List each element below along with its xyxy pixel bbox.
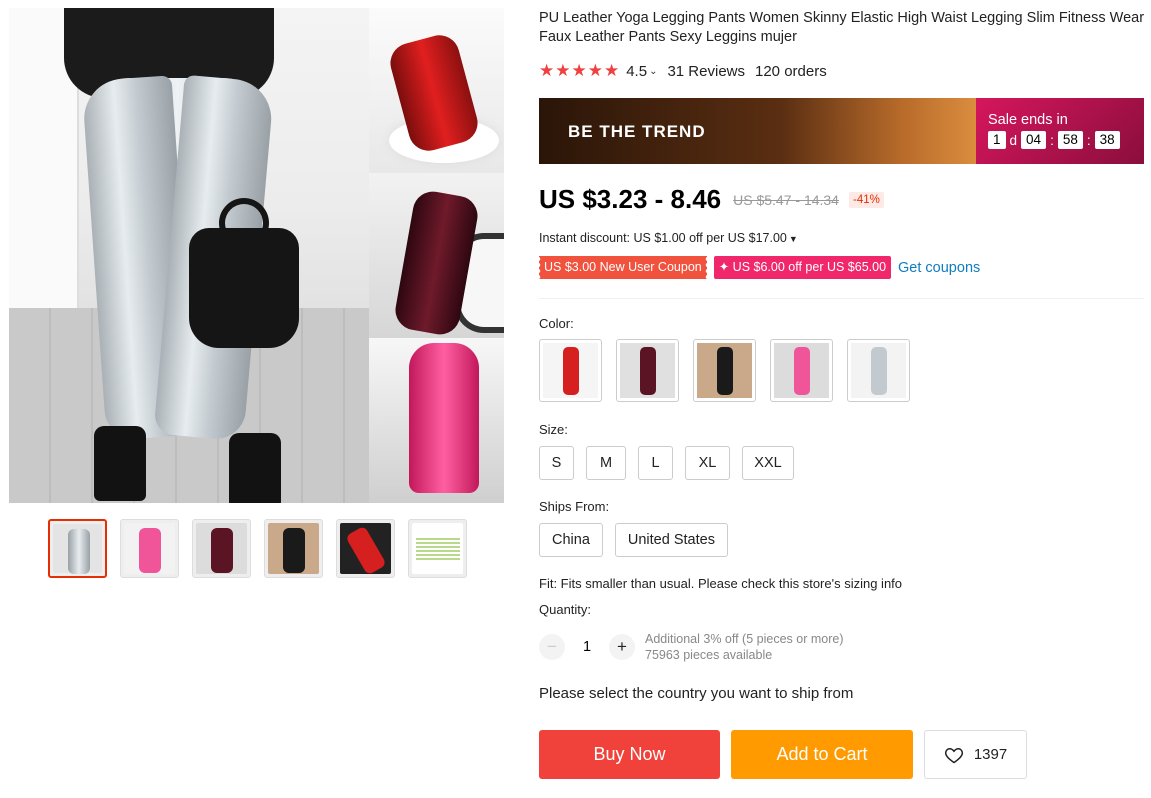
thumbnail-black[interactable]: [264, 519, 323, 578]
size-option[interactable]: L: [638, 446, 673, 480]
size-option[interactable]: S: [539, 446, 574, 480]
thumbnail-pink[interactable]: [120, 519, 179, 578]
discount-badge: -41%: [848, 191, 884, 208]
color-options: [539, 339, 910, 402]
size-options: S M L XL XXL: [539, 446, 794, 480]
size-option[interactable]: M: [586, 446, 626, 480]
size-option[interactable]: XL: [685, 446, 730, 480]
price-row: US $3.23 - 8.46 US $5.47 - 14.34 -41%: [539, 184, 884, 215]
promo-banner[interactable]: BE THE TREND Sale ends in 1 d 04 : 58 : …: [539, 98, 1144, 164]
original-price: US $5.47 - 14.34: [733, 191, 839, 208]
chevron-down-icon[interactable]: ▼: [789, 234, 798, 244]
thumbnail-maroon[interactable]: [192, 519, 251, 578]
side-photo-maroon: [369, 173, 504, 338]
new-user-coupon[interactable]: US $3.00 New User Coupon: [538, 256, 707, 279]
store-coupon[interactable]: ✦ US $6.00 off per US $65.00: [713, 256, 892, 279]
fit-info[interactable]: Fit: Fits smaller than usual. Please che…: [539, 576, 902, 591]
thumbnail-size-chart[interactable]: [408, 519, 467, 578]
countdown-seconds: 38: [1094, 131, 1120, 149]
countdown-timer: 1 d 04 : 58 : 38: [988, 131, 1144, 149]
quantity-stepper: − 1 + Additional 3% off (5 pieces or mor…: [539, 631, 843, 663]
divider: [539, 298, 1144, 299]
side-photo-pink: [369, 338, 504, 503]
reviews-link[interactable]: 31 Reviews: [667, 63, 745, 80]
get-coupons-link[interactable]: Get coupons: [898, 260, 980, 276]
rating-value[interactable]: 4.5: [626, 63, 647, 80]
color-swatch-pink[interactable]: [770, 339, 833, 402]
quantity-increment-button[interactable]: +: [609, 634, 635, 660]
thumbnail-silver[interactable]: [48, 519, 107, 578]
quantity-label: Quantity:: [539, 602, 592, 617]
quantity-info: Additional 3% off (5 pieces or more) 759…: [645, 631, 843, 663]
sale-label: Sale ends in: [988, 112, 1068, 128]
add-to-cart-button[interactable]: Add to Cart: [731, 730, 913, 779]
buy-now-button[interactable]: Buy Now: [539, 730, 720, 779]
quantity-available: 75963 pieces available: [645, 648, 773, 662]
ship-from-message: Please select the country you want to sh…: [539, 685, 854, 702]
wishlist-count: 1397: [973, 746, 1008, 763]
sale-countdown: Sale ends in 1 d 04 : 58 : 38: [976, 98, 1144, 164]
countdown-days-unit: d: [1009, 132, 1018, 148]
countdown-minutes: 58: [1057, 131, 1083, 149]
side-photo-red: [369, 8, 504, 173]
thumbnail-red[interactable]: [336, 519, 395, 578]
wishlist-button[interactable]: 1397: [924, 730, 1027, 779]
current-price: US $3.23 - 8.46: [539, 184, 722, 214]
banner-text: BE THE TREND: [568, 122, 706, 141]
quantity-input[interactable]: 1: [565, 639, 609, 655]
color-label: Color:: [539, 316, 574, 331]
ships-from-label: Ships From:: [539, 499, 610, 514]
ships-from-united-states[interactable]: United States: [614, 523, 728, 557]
quantity-bulk-note: Additional 3% off (5 pieces or more): [645, 632, 844, 646]
rating-stars-icon: ★★★★★: [539, 61, 621, 80]
ships-from-china[interactable]: China: [539, 523, 603, 557]
countdown-days: 1: [988, 131, 1006, 149]
heart-icon: [944, 747, 963, 763]
chevron-down-icon[interactable]: ⌄: [649, 66, 657, 77]
instant-discount[interactable]: Instant discount: US $1.00 off per US $1…: [539, 231, 798, 245]
product-title: PU Leather Yoga Legging Pants Women Skin…: [539, 10, 1145, 45]
thumbnail-strip: [48, 519, 467, 578]
rating-row: ★★★★★ 4.5 ⌄ 31 Reviews 120 orders: [539, 61, 827, 81]
orders-count: 120 orders: [755, 62, 827, 80]
ships-from-options: China United States: [539, 523, 728, 557]
color-swatch-red[interactable]: [539, 339, 602, 402]
product-gallery: [9, 8, 504, 503]
action-buttons: Buy Now Add to Cart 1397: [539, 730, 1027, 779]
countdown-hours: 04: [1021, 131, 1047, 149]
color-swatch-silver[interactable]: [847, 339, 910, 402]
color-swatch-maroon[interactable]: [616, 339, 679, 402]
size-label: Size:: [539, 422, 568, 437]
coupon-row: US $3.00 New User Coupon ✦ US $6.00 off …: [538, 256, 980, 279]
size-option[interactable]: XXL: [742, 446, 794, 480]
main-product-photo[interactable]: [9, 8, 369, 503]
color-swatch-black[interactable]: [693, 339, 756, 402]
quantity-decrement-button[interactable]: −: [539, 634, 565, 660]
